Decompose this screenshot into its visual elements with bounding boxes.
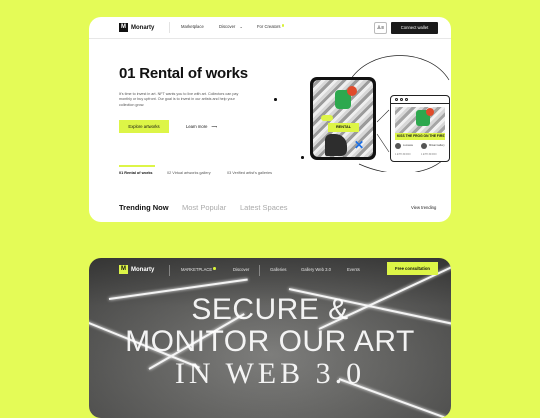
hero-tab-verified-galleries[interactable]: 03 Verified artist's galleries bbox=[227, 171, 272, 175]
arrow-right-icon: ⟶ bbox=[211, 124, 218, 129]
active-tab-indicator bbox=[119, 165, 155, 167]
hero-tab-virtual-gallery[interactable]: 02 Virtual artworks gallery bbox=[167, 171, 211, 175]
owner-name: Mitsai Gallery bbox=[429, 144, 445, 147]
hero-headline: SECURE & MONITOR OUR ART IN WEB 3.0 bbox=[89, 294, 451, 390]
nav-for-creators-label: For Creators bbox=[257, 24, 281, 29]
new-badge-dot bbox=[281, 24, 285, 27]
nav-discover-link[interactable]: Discover bbox=[233, 267, 249, 272]
logo-name: Monarty bbox=[131, 24, 155, 31]
artwork-meta: 1 ETH 3D ROI 1 ETH 3D ROI bbox=[395, 153, 445, 159]
nav-events-link[interactable]: Events bbox=[347, 267, 360, 272]
artwork-title-banner: KISS THE FROG ON THE FIRST bbox=[395, 133, 445, 140]
browser-window-bar bbox=[391, 96, 449, 104]
nav-discover-link[interactable]: Discover ⌄ bbox=[219, 24, 243, 29]
decor-dot bbox=[301, 156, 304, 159]
tablet-mockup: ✕ RENTAL bbox=[310, 77, 376, 160]
logo[interactable]: M Monarty bbox=[119, 23, 154, 32]
learn-more-label: Learn more bbox=[186, 124, 208, 129]
logo-mark: M bbox=[119, 265, 128, 274]
tab-most-popular[interactable]: Most Popular bbox=[182, 203, 226, 212]
price-meta: 1 ETH 3D ROI bbox=[395, 153, 411, 156]
nav-divider bbox=[169, 265, 170, 276]
art-shape: ✕ bbox=[354, 138, 365, 152]
nav-marketplace-link[interactable]: Marketplace bbox=[181, 24, 204, 29]
web3-security-card: M Monarty MARKETPLACE Discover Galleries… bbox=[89, 258, 451, 418]
rental-button[interactable]: RENTAL bbox=[328, 123, 359, 132]
art-shape bbox=[426, 108, 434, 116]
art-shape bbox=[347, 86, 357, 96]
avatar bbox=[395, 143, 401, 149]
hero-navbar: M Monarty MARKETPLACE Discover Galleries… bbox=[89, 258, 451, 280]
window-dot-icon bbox=[405, 98, 408, 101]
nav-marketplace-link[interactable]: MARKETPLACE bbox=[181, 267, 216, 272]
nav-discover-label: Discover bbox=[219, 24, 236, 29]
hero-title: 01 Rental of works bbox=[119, 65, 248, 82]
explore-artworks-button[interactable]: Explore artworks bbox=[119, 120, 169, 133]
artwork-owners: Lumasia Mitsai Gallery bbox=[395, 143, 445, 151]
art-shape bbox=[325, 134, 347, 156]
nav-divider bbox=[259, 265, 260, 276]
free-consultation-button[interactable]: Free consultation bbox=[387, 262, 438, 275]
owner-name: Lumasia bbox=[403, 144, 413, 147]
window-dot-icon bbox=[395, 98, 398, 101]
headline-line-3: IN WEB 3.0 bbox=[174, 357, 366, 390]
top-navbar: M Monarty Marketplace Discover ⌄ For Cre… bbox=[89, 17, 451, 39]
artwork-listing-card: KISS THE FROG ON THE FIRST Lumasia Mitsa… bbox=[390, 95, 450, 162]
price-meta: 1 ETH 3D ROI bbox=[421, 153, 437, 156]
learn-more-link[interactable]: Learn more ⟶ bbox=[186, 124, 217, 129]
art-shape bbox=[321, 115, 333, 121]
avatar bbox=[421, 143, 427, 149]
hero-tab-rental[interactable]: 01 Rental of works bbox=[119, 171, 153, 175]
chevron-down-icon: ⌄ bbox=[239, 24, 243, 29]
connect-wallet-button[interactable]: Connect wallet bbox=[391, 22, 438, 34]
tab-trending-now[interactable]: Trending Now bbox=[119, 203, 169, 212]
headline-line-1: SECURE & bbox=[191, 293, 349, 326]
nav-divider bbox=[169, 22, 170, 33]
decor-dot bbox=[274, 98, 277, 101]
user-menu-icon: ♙≡ bbox=[376, 25, 385, 31]
nav-galleries-link[interactable]: Galleries bbox=[270, 267, 287, 272]
window-dot-icon bbox=[400, 98, 403, 101]
hero-artwork-illustration: ✕ RENTAL KISS THE FROG ON THE FIRST Luma… bbox=[274, 52, 451, 172]
nav-marketplace-label: MARKETPLACE bbox=[181, 267, 213, 272]
listing-artwork bbox=[395, 107, 445, 133]
new-badge-dot bbox=[213, 267, 216, 270]
nav-gallery-web3-link[interactable]: Gallery Web 3.0 bbox=[301, 267, 331, 272]
view-trending-link[interactable]: View trending bbox=[411, 205, 436, 210]
nav-for-creators-link[interactable]: For Creators bbox=[257, 24, 285, 29]
headline-line-2: MONITOR OUR ART bbox=[125, 325, 415, 358]
logo-mark: M bbox=[119, 23, 128, 32]
rental-landing-card: M Monarty Marketplace Discover ⌄ For Cre… bbox=[89, 17, 451, 222]
tablet-artwork: ✕ RENTAL bbox=[313, 80, 373, 157]
user-menu-button[interactable]: ♙≡ bbox=[374, 22, 387, 34]
hero-description: It's time to invest in art. NFT wants yo… bbox=[119, 92, 239, 107]
tab-latest-spaces[interactable]: Latest Spaces bbox=[240, 203, 288, 212]
logo[interactable]: M Monarty bbox=[119, 265, 154, 274]
trending-tabs: Trending Now Most Popular Latest Spaces … bbox=[119, 203, 439, 217]
logo-name: Monarty bbox=[131, 266, 155, 273]
